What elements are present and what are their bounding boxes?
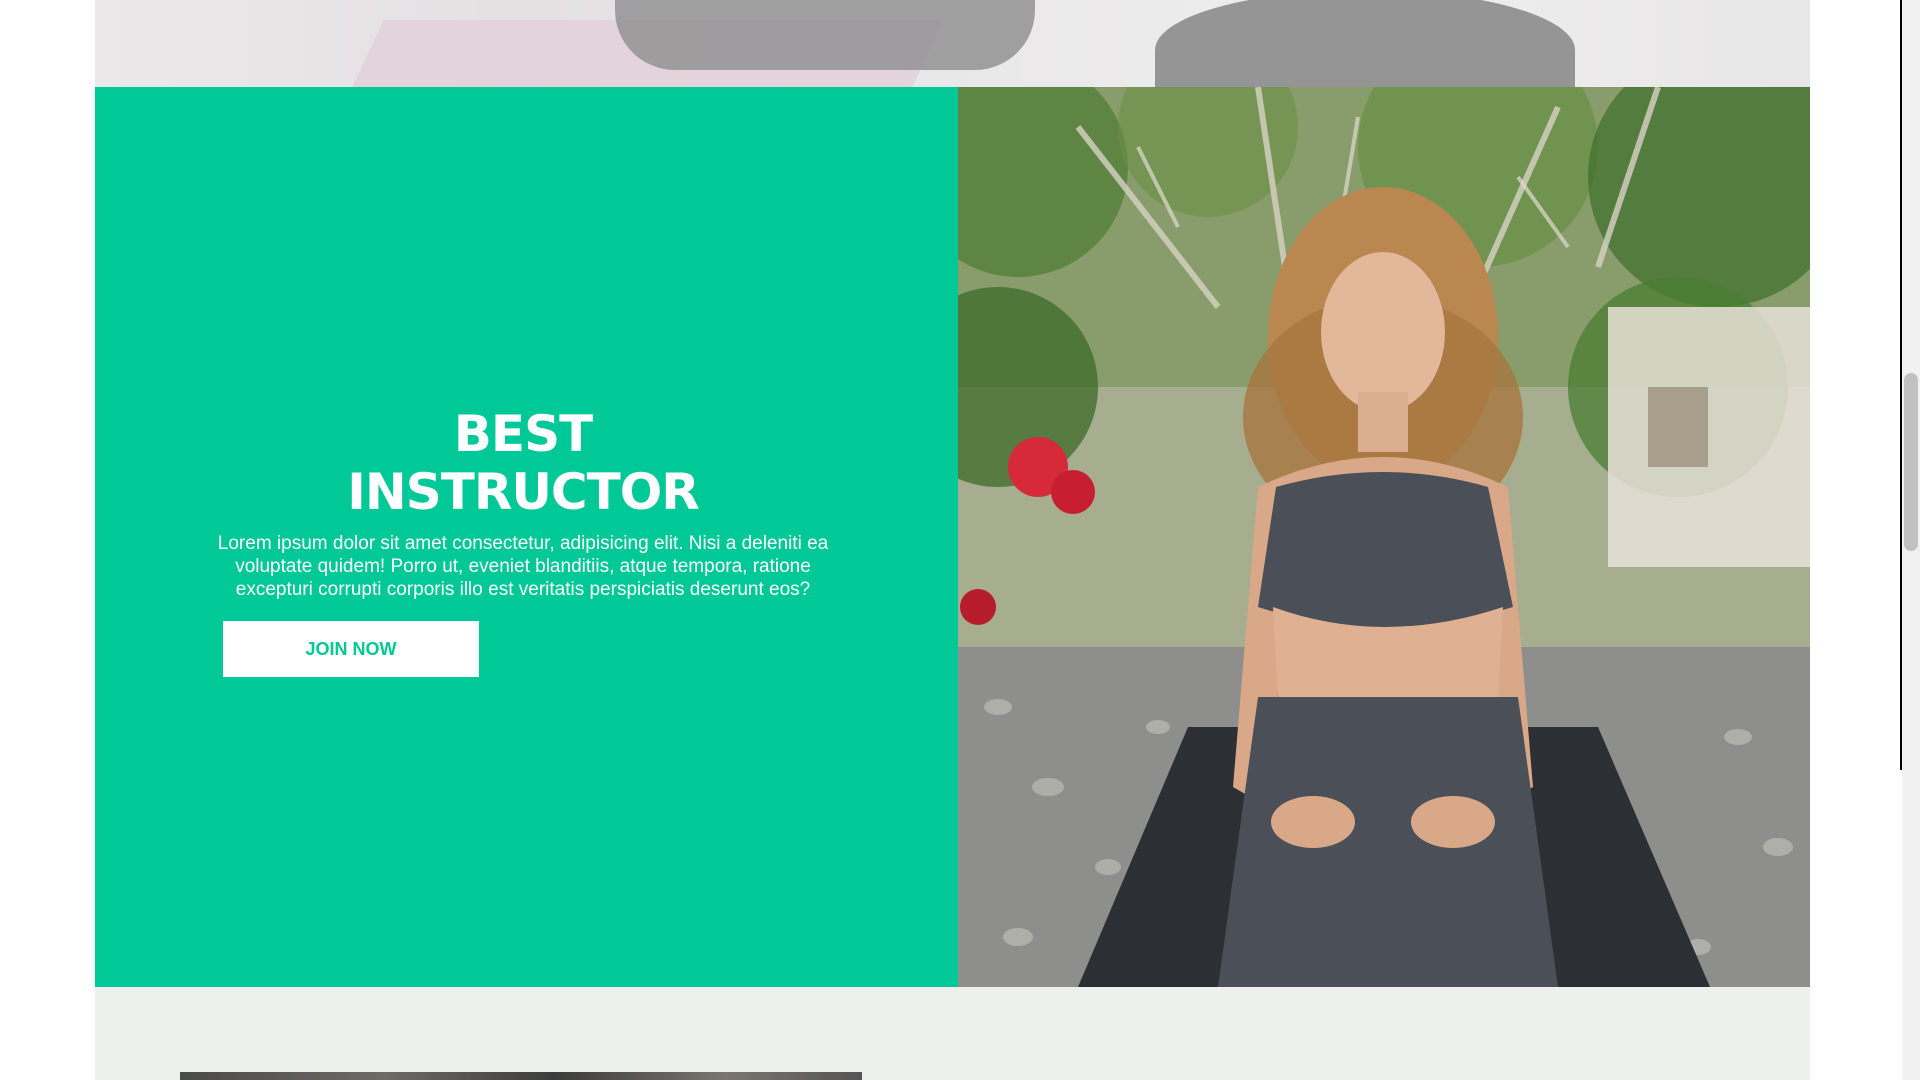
next-section [95,987,1810,1080]
page-scrollbar[interactable] [1902,0,1920,1080]
gallery-photo [180,1072,862,1080]
section-title: BEST INSTRUCTOR [95,405,951,521]
photo-overlay [95,0,1810,87]
title-line-2: INSTRUCTOR [347,463,699,521]
scrollbar-thumb[interactable] [1904,373,1918,551]
instructor-illustration [958,87,1810,987]
title-line-1: BEST [453,405,593,463]
instructor-text-panel: BEST INSTRUCTOR Lorem ipsum dolor sit am… [95,87,958,987]
section-description: Lorem ipsum dolor sit amet consectetur, … [217,533,829,600]
instructor-photo [958,87,1810,987]
instructor-content: BEST INSTRUCTOR Lorem ipsum dolor sit am… [95,87,958,987]
instructor-section: BEST INSTRUCTOR Lorem ipsum dolor sit am… [95,87,1810,987]
join-now-button[interactable]: JOIN NOW [223,621,479,677]
yoga-class-photo [95,0,1810,87]
page: BEST INSTRUCTOR Lorem ipsum dolor sit am… [0,0,1920,1080]
